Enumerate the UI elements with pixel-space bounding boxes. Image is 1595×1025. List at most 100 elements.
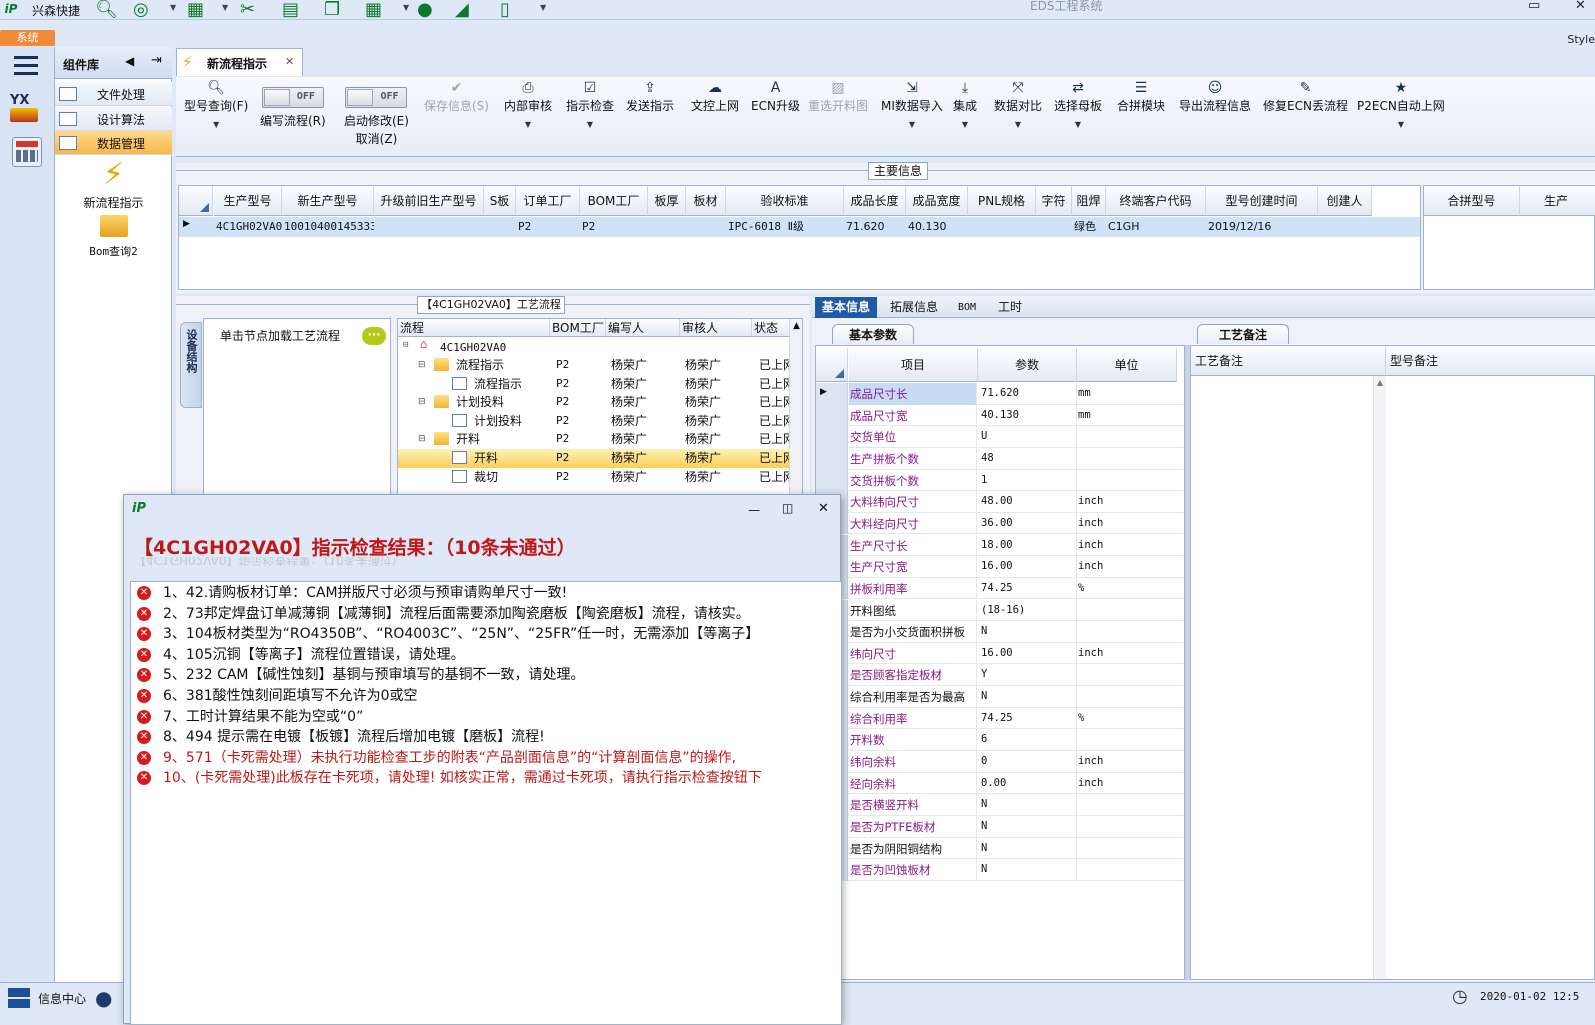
table-cell[interactable]: C1GH [1108,217,1206,237]
chevron-down-icon[interactable]: ▼ [540,3,546,12]
ribbon-button[interactable]: OFF 编写流程(R) [260,79,326,129]
tree-root[interactable]: ⊟ ⌂ 4C1GH02VA0 [398,337,790,356]
table-cell[interactable] [376,217,484,237]
param-value[interactable]: 48.00 [981,495,1013,507]
ribbon-button[interactable]: ⤓ 集成 ▼ [953,79,977,129]
param-row[interactable]: 综合利用率是否为最高 N [816,686,1184,708]
ribbon-button[interactable]: ▨ 重选开料图 [808,79,868,114]
param-value-cell[interactable] [978,621,1077,643]
param-value-cell[interactable] [978,837,1077,860]
param-value[interactable]: 0.00 [981,777,1006,789]
table-cell[interactable]: IPC-6018 Ⅱ级 [728,217,844,237]
check-result-item[interactable]: ✕ 1、42.请购板材订单：CAM拼版尺寸必须与预审请购单尺寸一致! [131,583,841,604]
param-value[interactable]: 40.130 [981,409,1019,421]
param-value[interactable]: N [981,820,987,832]
dialog-restore-button[interactable]: ◫ [782,501,793,515]
ribbon-button[interactable]: ✎ 修复ECN丢流程 [1263,79,1348,114]
param-row[interactable]: 是否为小交货面积拼板 N [816,621,1184,643]
param-value[interactable]: 18.00 [981,539,1013,551]
column-header[interactable]: 工艺备注 [1191,346,1386,376]
param-row[interactable]: 是否横竖开料 N [816,794,1184,816]
ribbon-button[interactable]: ☺ 导出流程信息 [1179,79,1251,114]
info-center[interactable]: 信息中心 [38,990,86,1007]
tree-row[interactable]: ⊟ 开料 P2 杨荣广 杨荣广 已上网 [398,430,790,449]
column-header[interactable]: 型号创建时间 [1206,186,1318,216]
column-header[interactable]: 项目 [849,348,978,382]
ribbon-button[interactable]: ⇪ 发送指示 [626,79,674,114]
param-row[interactable]: 大料纬向尺寸 48.00 inch [816,491,1184,513]
grid-icon[interactable]: ▦ [365,0,387,20]
tree-scrollbar[interactable]: ▲ [789,319,802,497]
chevron-down-icon[interactable]: ▼ [1357,120,1445,129]
param-row[interactable]: 开料图纸 (18-16) [816,599,1184,622]
param-value[interactable]: 1 [981,474,987,486]
column-header[interactable]: 创建人 [1318,186,1372,216]
pin-icon[interactable]: ⇥ [151,53,162,68]
column-header[interactable]: 阻焊 [1072,186,1106,216]
param-row[interactable]: 是否为阴阳铜结构 N [816,837,1184,860]
person-icon[interactable]: ● [95,986,112,1010]
check-result-item[interactable]: ✕ 5、232 CAM【碱性蚀刻】基铜与预审填写的基铜不一致，请处理。 [131,665,841,686]
column-header[interactable]: 验收标准 [726,186,844,216]
collapse-icon[interactable]: ⊟ [418,356,426,374]
craft-scrollbar[interactable]: ▲ [1373,376,1386,979]
tab-basic-params[interactable]: 基本参数 [832,324,914,344]
table-cell[interactable]: 40.130 [908,217,968,237]
table-cell[interactable]: P2 [582,217,648,237]
param-row[interactable]: 生产拼板个数 48 [816,447,1184,470]
param-value-cell[interactable] [978,859,1077,881]
dialog-minimize-button[interactable]: — [748,503,760,517]
param-value-cell[interactable] [978,751,1077,773]
param-value[interactable]: 0 [981,755,987,767]
collapse-left-icon[interactable]: ◀ [125,54,134,68]
tree-row[interactable]: 计划投料 P2 杨荣广 杨荣广 已上网 [398,412,790,431]
library-item[interactable]: 设计算法 [55,106,172,131]
ribbon-button[interactable]: ☁ 文控上网 [691,79,739,114]
param-row[interactable]: 生产尺寸长 18.00 inch [816,534,1184,557]
param-value[interactable]: 74.25 [981,712,1013,724]
param-value-cell[interactable] [978,729,1077,751]
param-value[interactable]: 36.00 [981,517,1013,529]
param-value-cell[interactable] [978,426,1077,448]
chevron-down-icon[interactable]: ▼ [184,120,248,129]
param-value[interactable]: 16.00 [981,560,1013,572]
param-row[interactable]: 开料数 6 [816,729,1184,751]
check-result-item[interactable]: ✕ 9、571（卡死需处理）未执行功能检查工步的附表“产品剖面信息”的“计算剖面信… [131,748,841,769]
tree-row[interactable]: 流程指示 P2 杨荣广 杨荣广 已上网 [398,375,790,394]
check-result-item[interactable]: ✕ 6、381酸性蚀刻间距填写不允许为0或空 [131,686,841,707]
param-value-cell[interactable] [978,686,1077,708]
column-header[interactable]: 终端客户代码 [1106,186,1206,216]
hamburger-icon[interactable] [14,55,38,75]
param-row[interactable]: 纬向尺寸 16.00 inch [816,642,1184,665]
param-value[interactable]: 71.620 [981,387,1019,399]
column-header[interactable]: 字符 [1036,186,1072,216]
ribbon-button[interactable]: ☑ 指示检查 ▼ [566,79,614,129]
table-cell[interactable] [650,217,686,237]
param-value[interactable]: N [981,690,987,702]
collapse-icon[interactable]: ⊟ [418,393,426,411]
param-value[interactable]: 48 [981,452,994,464]
tree-row[interactable]: ⊟ 流程指示 P2 杨荣广 杨荣广 已上网 [398,356,790,375]
param-value-cell[interactable] [978,664,1077,687]
launcher-bom-query[interactable]: Bom查询2 [55,215,172,259]
chevron-down-icon[interactable]: ▼ [170,3,176,12]
detail-tab[interactable]: 工时 [990,297,1030,318]
calculator-icon[interactable] [12,137,42,167]
ribbon-button[interactable]: ⇲ MI数据导入 ▼ [881,79,943,129]
column-header[interactable]: 生产型号 [214,186,282,216]
check-result-item[interactable]: ✕ 10、(卡死需处理)此板存在卡死项，请处理! 如核实正常，需通过卡死项，请执行… [131,768,841,789]
table-cell[interactable] [688,217,726,237]
param-row[interactable]: 生产尺寸宽 16.00 inch [816,556,1184,578]
param-row[interactable]: 交货拼板个数 1 [816,469,1184,492]
scroll-up-icon[interactable]: ▲ [790,321,802,331]
ribbon-button[interactable]: ☰ 合拼模块 [1117,79,1165,114]
detail-tab[interactable]: BOM [950,297,984,318]
check-result-item[interactable]: ✕ 3、104板材类型为“RO4350B”、“RO4003C”、“25N”、“25… [131,624,841,645]
tab-new-flow[interactable]: ⚡ 新流程指示 ✕ [176,48,303,76]
column-header[interactable]: 流程 [398,319,550,337]
ribbon-button[interactable]: ⎙ 内部审核 ▼ [504,79,552,129]
ribbon-button[interactable]: OFF 启动修改(E) 取消(Z) [344,79,409,147]
param-value[interactable]: 74.25 [981,582,1013,594]
param-row[interactable]: 纬向余料 0 inch [816,751,1184,773]
tab-system[interactable]: 系统 [0,30,55,46]
